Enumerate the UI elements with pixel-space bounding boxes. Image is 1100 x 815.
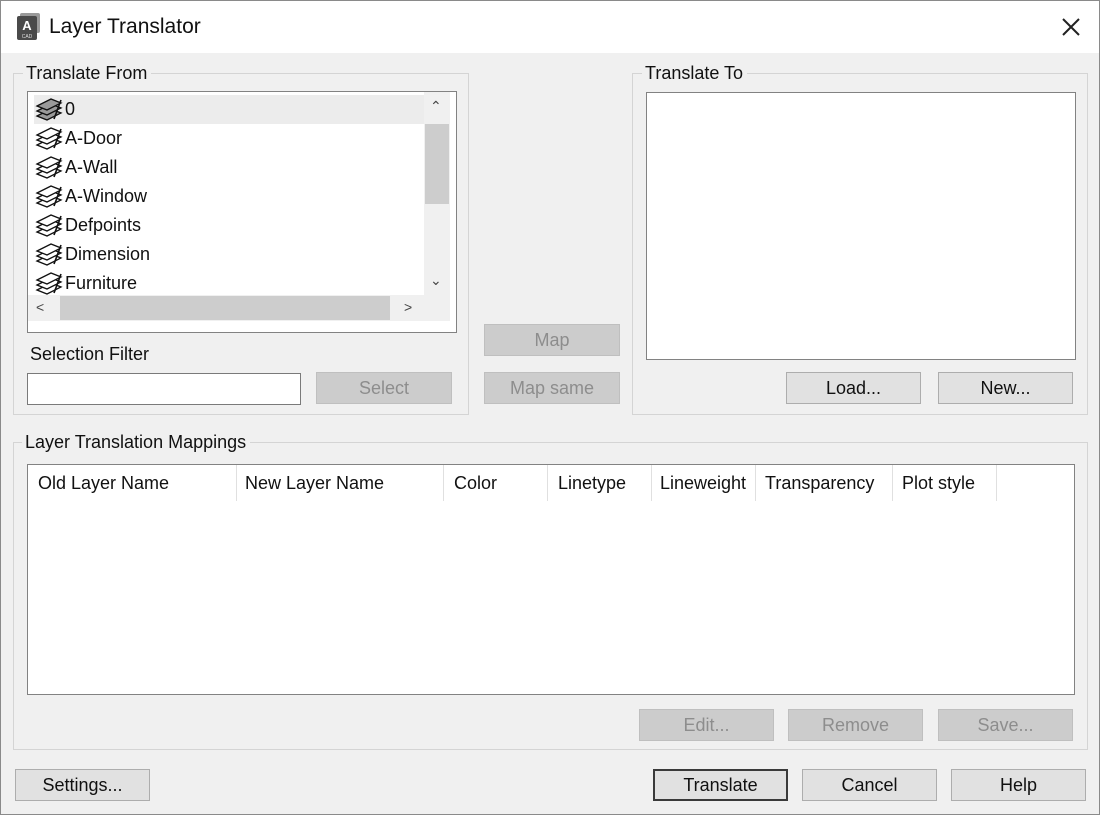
layer-stack-icon: [34, 155, 65, 180]
mappings-label: Layer Translation Mappings: [22, 432, 251, 453]
layer-list-item[interactable]: A-Door: [34, 124, 424, 153]
layer-name: A-Window: [65, 186, 148, 206]
layer-name: A-Door: [65, 128, 123, 148]
autocad-app-icon: A CAD: [17, 13, 40, 40]
edit-button[interactable]: Edit...: [639, 709, 774, 741]
translate-to-list[interactable]: [646, 92, 1076, 360]
layer-list-item[interactable]: A-Window: [34, 182, 424, 211]
vertical-scrollbar[interactable]: ⌃ ⌄: [424, 92, 450, 295]
layer-list-item[interactable]: A-Wall: [34, 153, 424, 182]
translate-from-list[interactable]: 0 A-Door A-Wall A-Window Defpoints Dimension F…: [27, 91, 457, 333]
window-title: Layer Translator: [49, 15, 201, 38]
help-button[interactable]: Help: [951, 769, 1086, 801]
layer-name: 0: [65, 99, 76, 119]
column-header-color[interactable]: Color: [444, 465, 548, 501]
cancel-button[interactable]: Cancel: [802, 769, 937, 801]
layer-stack-icon: [34, 271, 65, 296]
layer-name: Furniture: [65, 273, 138, 293]
column-header-transparency[interactable]: Transparency: [756, 465, 893, 501]
selection-filter-input[interactable]: [27, 373, 301, 405]
layer-list-item[interactable]: Defpoints: [34, 211, 424, 240]
scroll-right-icon[interactable]: >: [404, 299, 412, 315]
new-button[interactable]: New...: [938, 372, 1073, 404]
layer-stack-icon: [34, 184, 65, 209]
translate-button[interactable]: Translate: [653, 769, 788, 801]
layer-list-item[interactable]: 0: [34, 95, 424, 124]
title-bar: A CAD Layer Translator: [1, 1, 1099, 53]
scrollbar-corner: [424, 295, 450, 321]
svg-text:A: A: [22, 18, 32, 33]
svg-text:CAD: CAD: [22, 34, 33, 40]
column-header-old-layer-name[interactable]: Old Layer Name: [28, 465, 237, 501]
save-button[interactable]: Save...: [938, 709, 1073, 741]
layer-stack-icon: [34, 97, 65, 122]
layer-name: A-Wall: [65, 157, 118, 177]
select-button[interactable]: Select: [316, 372, 452, 404]
map-same-button[interactable]: Map same: [484, 372, 620, 404]
horizontal-scroll-thumb[interactable]: [60, 296, 390, 320]
horizontal-scrollbar[interactable]: < >: [28, 295, 424, 321]
layer-stack-icon: [34, 213, 65, 238]
layer-translator-dialog: A CAD Layer Translator Translate From 0 A…: [0, 0, 1100, 815]
remove-button[interactable]: Remove: [788, 709, 923, 741]
layer-list-item[interactable]: Furniture: [34, 269, 424, 298]
map-button[interactable]: Map: [484, 324, 620, 356]
layer-list-item[interactable]: Dimension: [34, 240, 424, 269]
layer-stack-icon: [34, 242, 65, 267]
layer-stack-icon: [34, 126, 65, 151]
layer-name: Dimension: [65, 244, 151, 264]
selection-filter-label: Selection Filter: [30, 344, 150, 364]
column-header-new-layer-name[interactable]: New Layer Name: [237, 465, 444, 501]
column-header-lineweight[interactable]: Lineweight: [652, 465, 756, 501]
scroll-left-icon[interactable]: <: [36, 299, 44, 315]
scroll-down-icon[interactable]: ⌄: [430, 272, 442, 289]
close-icon[interactable]: [1053, 9, 1089, 45]
column-header-linetype[interactable]: Linetype: [548, 465, 652, 501]
settings-button[interactable]: Settings...: [15, 769, 150, 801]
load-button[interactable]: Load...: [786, 372, 921, 404]
layer-name: Defpoints: [65, 215, 142, 235]
mappings-table[interactable]: Old Layer Name New Layer Name Color Line…: [27, 464, 1075, 695]
scroll-up-icon[interactable]: ⌃: [430, 98, 442, 115]
vertical-scroll-thumb[interactable]: [425, 124, 449, 204]
column-header-plot-style[interactable]: Plot style: [893, 465, 997, 501]
translate-from-label: Translate From: [23, 63, 152, 84]
translate-to-label: Translate To: [642, 63, 748, 84]
